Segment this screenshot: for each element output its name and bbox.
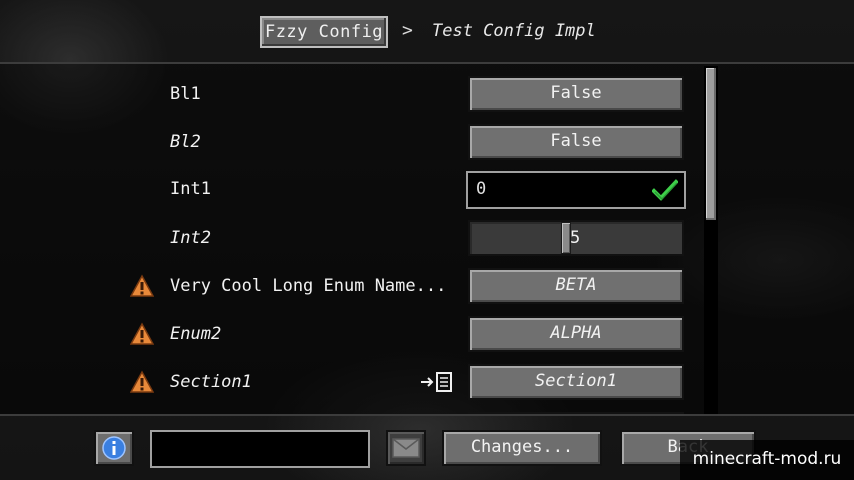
config-row-enum2: Enum2 ALPHA <box>0 316 700 352</box>
search-input[interactable] <box>150 430 370 468</box>
enum-button-enum2[interactable]: ALPHA <box>468 316 684 352</box>
row-label: Int2 <box>170 228 211 248</box>
info-button[interactable] <box>94 430 134 466</box>
row-label: Section1 <box>170 372 252 392</box>
scrollbar-thumb[interactable] <box>706 68 716 220</box>
int1-input[interactable]: 0 <box>466 171 686 209</box>
config-row-enum1: Very Cool Long Enum Name... BETA <box>0 268 700 304</box>
row-label: Enum2 <box>170 324 222 344</box>
mail-button[interactable] <box>386 430 426 466</box>
warning-icon <box>130 274 154 297</box>
breadcrumb-separator: > <box>402 20 413 41</box>
section-button-section1[interactable]: Section1 <box>468 364 684 400</box>
warning-icon <box>130 322 154 345</box>
watermark: minecraft-mod.ru <box>680 440 854 480</box>
config-list: Bl1 False Bl2 False Int1 0 Int2 5 Very C… <box>0 64 854 414</box>
toggle-button-bl1[interactable]: False <box>468 76 684 112</box>
slider-value: 5 <box>570 228 581 248</box>
mail-icon <box>392 438 420 458</box>
header-bar <box>0 0 854 64</box>
config-row-int2: Int2 5 <box>0 220 700 256</box>
check-icon <box>652 179 678 201</box>
row-label: Bl1 <box>170 84 201 104</box>
warning-icon <box>130 370 154 393</box>
row-label: Very Cool Long Enum Name... <box>170 276 447 296</box>
list-divider-bottom <box>0 414 854 416</box>
enum-button-enum1[interactable]: BETA <box>468 268 684 304</box>
row-label: Int1 <box>170 179 211 199</box>
breadcrumb-current: Test Config Impl <box>432 21 596 41</box>
int2-slider[interactable]: 5 <box>468 220 684 256</box>
breadcrumb-root-button[interactable]: Fzzy Config <box>260 16 388 48</box>
changes-button[interactable]: Changes... <box>442 430 602 466</box>
int1-value: 0 <box>476 179 487 199</box>
config-row-bl1: Bl1 False <box>0 76 700 112</box>
row-label: Bl2 <box>170 132 201 152</box>
config-row-bl2: Bl2 False <box>0 124 700 160</box>
goto-section-icon[interactable] <box>420 372 454 392</box>
config-row-section1: Section1 Section1 <box>0 364 700 400</box>
toggle-button-bl2[interactable]: False <box>468 124 684 160</box>
config-row-int1: Int1 0 <box>0 171 700 209</box>
info-icon <box>102 436 126 460</box>
